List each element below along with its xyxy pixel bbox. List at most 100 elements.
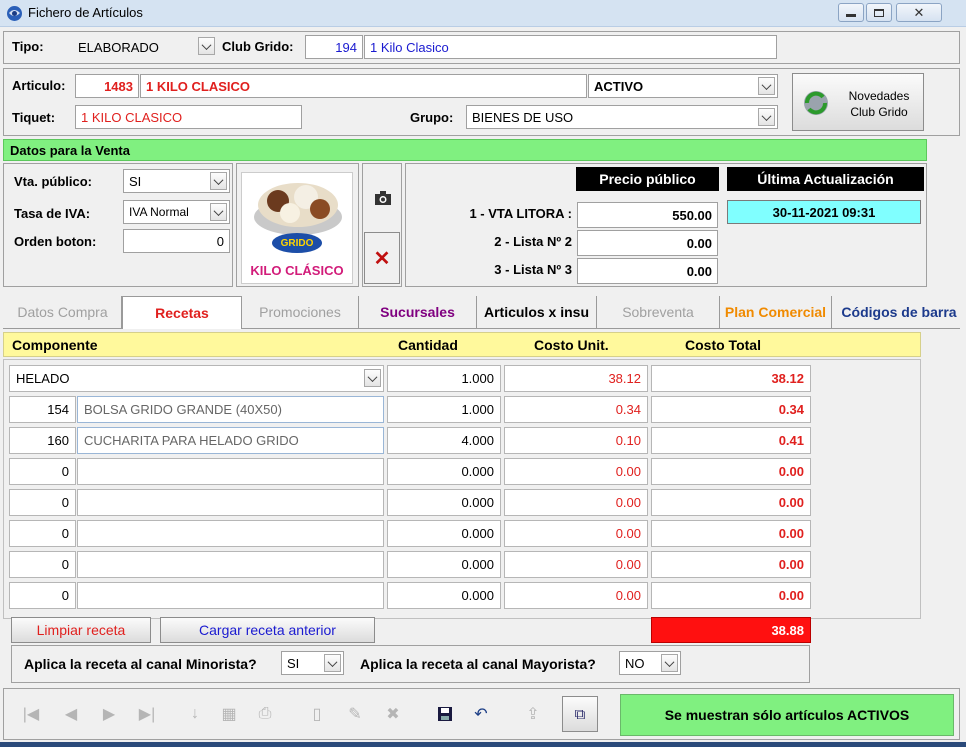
recipe-row-cantidad[interactable]: 0.000 — [387, 489, 501, 516]
chevron-down-icon[interactable] — [210, 203, 227, 221]
activos-filter-button[interactable]: Se muestran sólo artículos ACTIVOS — [620, 694, 954, 736]
maximize-button[interactable] — [866, 3, 892, 22]
recipe-row-code[interactable]: 0 — [9, 458, 76, 485]
tab-códigos-de-barra[interactable]: Códigos de barra — [832, 296, 966, 328]
recipe-first-cantidad[interactable]: 1.000 — [387, 365, 501, 392]
recipe-first-component-select[interactable]: HELADO — [9, 365, 384, 392]
precio-publico-header: Precio público — [576, 167, 719, 191]
cargar-receta-anterior-button[interactable]: Cargar receta anterior — [160, 617, 375, 643]
image-caption: KILO CLÁSICO — [250, 263, 344, 278]
recipe-row-costo-total: 0.00 — [651, 520, 811, 547]
next-record-icon[interactable]: ▶ — [94, 698, 124, 730]
export-icon[interactable]: ⇪ — [518, 698, 548, 730]
price-list-value[interactable]: 550.00 — [577, 202, 718, 228]
chevron-down-icon[interactable] — [661, 654, 678, 672]
chevron-down-icon[interactable] — [758, 108, 775, 126]
grupo-select[interactable]: BIENES DE USO — [466, 105, 778, 129]
recipe-row-name[interactable] — [77, 458, 384, 485]
recipe-row-name[interactable] — [77, 582, 384, 609]
articulo-name-field[interactable]: 1 KILO CLASICO — [140, 74, 587, 98]
minorista-select[interactable]: SI — [281, 651, 344, 675]
refresh-globe-icon — [804, 91, 828, 115]
product-image: GRIDO KILO CLÁSICO — [241, 172, 353, 284]
club-code-field[interactable]: 194 — [305, 35, 363, 59]
window-title: Fichero de Artículos — [28, 5, 143, 20]
recipe-row-code[interactable]: 160 — [9, 427, 76, 454]
recipe-row-cantidad[interactable]: 4.000 — [387, 427, 501, 454]
recipe-row-cantidad[interactable]: 0.000 — [387, 458, 501, 485]
recipe-row-name[interactable]: CUCHARITA PARA HELADO GRIDO — [77, 427, 384, 454]
chevron-down-icon[interactable] — [324, 654, 341, 672]
print-icon[interactable]: ⎙ — [250, 698, 280, 730]
novedades-club-button[interactable]: Novedades Club Grido — [792, 73, 924, 131]
recipe-row-cantidad[interactable]: 0.000 — [387, 551, 501, 578]
new-record-icon[interactable]: ▯ — [302, 698, 332, 730]
recipe-row-costo-unit: 0.00 — [504, 551, 648, 578]
articulo-code-field[interactable]: 1483 — [75, 74, 139, 98]
vta-publico-label: Vta. público: — [14, 174, 92, 189]
recipe-row-name[interactable] — [77, 520, 384, 547]
limpiar-receta-button[interactable]: Limpiar receta — [11, 617, 151, 643]
save-icon[interactable] — [430, 698, 460, 730]
price-list-label: 2 - Lista Nº 2 — [494, 234, 572, 249]
club-name-field[interactable]: 1 Kilo Clasico — [364, 35, 777, 59]
tipo-select[interactable]: ELABORADO — [73, 35, 217, 59]
filter-icon[interactable]: ▦ — [214, 698, 244, 730]
vta-publico-select[interactable]: SI — [123, 169, 230, 193]
price-list-label: 1 - VTA LITORA : — [469, 206, 572, 221]
recipe-row-code[interactable]: 0 — [9, 489, 76, 516]
iva-select[interactable]: IVA Normal — [123, 200, 230, 224]
close-button[interactable]: ✕ — [896, 3, 942, 22]
recipe-row-code[interactable]: 0 — [9, 520, 76, 547]
delete-image-button[interactable]: ✕ — [364, 232, 400, 284]
recipe-row-cantidad[interactable]: 1.000 — [387, 396, 501, 423]
tab-plan-comercial[interactable]: Plan Comercial — [720, 296, 832, 328]
prev-record-icon[interactable]: ◀ — [56, 698, 86, 730]
orden-field[interactable]: 0 — [123, 229, 230, 253]
tab-sobreventa[interactable]: Sobreventa — [597, 296, 720, 328]
recipe-row-name[interactable] — [77, 489, 384, 516]
price-list-value[interactable]: 0.00 — [577, 230, 718, 256]
camera-button[interactable] — [365, 170, 400, 225]
mayorista-select[interactable]: NO — [619, 651, 681, 675]
edit-record-icon[interactable]: ✎ — [340, 698, 370, 730]
recipe-row-costo-total: 0.34 — [651, 396, 811, 423]
recipe-first-costo-unit: 38.12 — [504, 365, 648, 392]
mayorista-label: Aplica la receta al canal Mayorista? — [360, 656, 596, 672]
first-record-icon[interactable]: |◀ — [16, 698, 46, 730]
chevron-down-icon[interactable] — [198, 37, 215, 55]
recipe-first-costo-total: 38.12 — [651, 365, 811, 392]
tab-datos-compra[interactable]: Datos Compra — [4, 296, 122, 328]
chevron-down-icon[interactable] — [758, 77, 775, 95]
recipe-row-code[interactable]: 0 — [9, 551, 76, 578]
last-record-icon[interactable]: ▶| — [132, 698, 162, 730]
club-label: Club Grido: — [222, 39, 294, 54]
price-list-value[interactable]: 0.00 — [577, 258, 718, 284]
recipe-header-row — [3, 332, 921, 357]
recipe-row-cantidad[interactable]: 0.000 — [387, 520, 501, 547]
maximize-icon — [874, 8, 884, 17]
tab-recetas[interactable]: Recetas — [122, 296, 242, 329]
sort-icon[interactable]: ↓ — [180, 698, 210, 730]
minimize-button[interactable] — [838, 3, 864, 22]
copy-record-button[interactable]: ⧉ — [562, 696, 598, 732]
undo-icon[interactable]: ↶ — [466, 698, 496, 730]
recipe-row-name[interactable]: BOLSA GRIDO GRANDE (40X50) — [77, 396, 384, 423]
tab-promociones[interactable]: Promociones — [242, 296, 359, 328]
recipe-row-costo-total: 0.00 — [651, 582, 811, 609]
minorista-label: Aplica la receta al canal Minorista? — [24, 656, 257, 672]
recipe-row-name[interactable] — [77, 551, 384, 578]
chevron-down-icon[interactable] — [364, 369, 381, 387]
estado-select[interactable]: ACTIVO — [588, 74, 778, 98]
recipe-row-code[interactable]: 0 — [9, 582, 76, 609]
delete-record-icon[interactable]: ✖ — [378, 698, 408, 730]
recipe-row-code[interactable]: 154 — [9, 396, 76, 423]
tiquet-field[interactable]: 1 KILO CLASICO — [75, 105, 302, 129]
recipe-total: 38.88 — [651, 617, 811, 643]
tab-articulos-x-insu[interactable]: Articulos x insu — [477, 296, 597, 328]
tab-sucursales[interactable]: Sucursales — [359, 296, 477, 328]
recipe-row-cantidad[interactable]: 0.000 — [387, 582, 501, 609]
chevron-down-icon[interactable] — [210, 172, 227, 190]
recipe-row-costo-unit: 0.00 — [504, 458, 648, 485]
venta-section-title: Datos para la Venta — [3, 139, 927, 161]
